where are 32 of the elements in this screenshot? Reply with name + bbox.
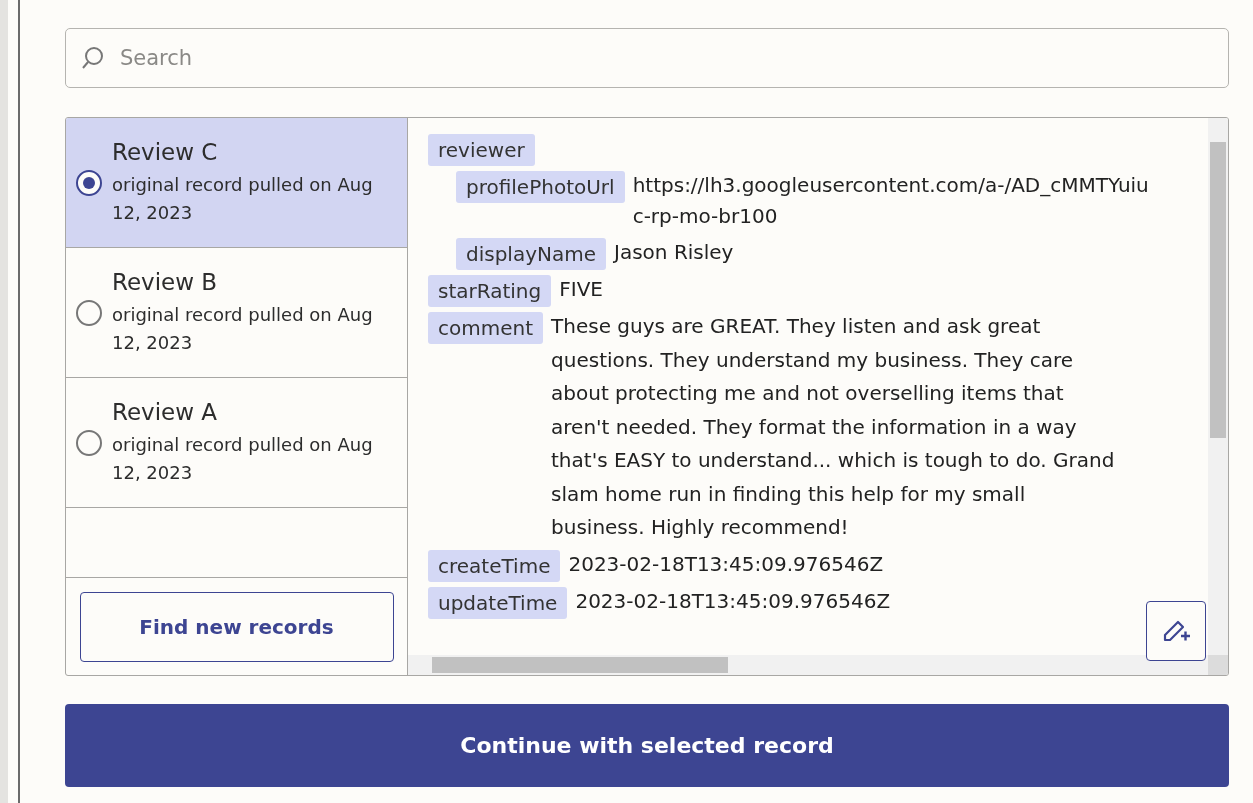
horizontal-scrollbar[interactable]	[408, 655, 1208, 675]
field-value: c-rp-mo-br100	[632, 203, 779, 230]
field-key: comment	[428, 312, 544, 344]
continue-button[interactable]: Continue with selected record	[65, 704, 1229, 787]
record-item[interactable]: Review C original record pulled on Aug 12, 2023	[66, 118, 407, 248]
field-value: Jason Risley	[614, 239, 734, 266]
search-icon	[79, 45, 105, 71]
radio-button[interactable]	[76, 169, 102, 196]
field-value: FIVE	[559, 276, 603, 303]
field-key: updateTime	[428, 586, 568, 619]
field-value: 2023-02-18T13:45:09.976546Z	[575, 587, 891, 615]
record-title: Review A	[112, 398, 219, 425]
scrollbar-corner	[1208, 655, 1228, 675]
field-key: createTime	[428, 549, 561, 582]
field-key: profilePhotoUrl	[456, 171, 625, 203]
field-value: 2023-02-18T13:45:09.976546Z	[568, 550, 884, 578]
radio-button[interactable]	[76, 429, 102, 456]
field-key: starRating	[428, 275, 552, 307]
field-value: https://lh3.googleusercontent.com/a-/AD_cMMTYuiu	[632, 172, 1149, 199]
field-key: displayName	[456, 238, 607, 270]
record-subtitle: original record pulled on Aug 12, 2023	[112, 432, 374, 485]
record-subtitle: original record pulled on Aug 12, 2023	[112, 302, 374, 355]
vertical-scrollbar[interactable]	[1208, 118, 1228, 655]
radio-button[interactable]	[76, 299, 102, 326]
field-value: These guys are GREAT. They listen and ask great questions. They understand my business. They care about protecting me and not overselling items that aren't needed. They format the information in a way that's EASY to understand... which is tough to do. Grand slam home run in finding this help for my small business. Highly recommend!	[551, 313, 1116, 541]
find-records-button[interactable]: Find new records	[79, 591, 394, 662]
search-field[interactable]: Search	[65, 28, 1229, 88]
record-title: Review B	[112, 268, 219, 295]
record-title: Review C	[112, 138, 219, 165]
field-key: reviewer	[428, 134, 535, 166]
record-subtitle: original record pulled on Aug 12, 2023	[112, 172, 374, 225]
edit-button[interactable]	[1146, 601, 1206, 661]
